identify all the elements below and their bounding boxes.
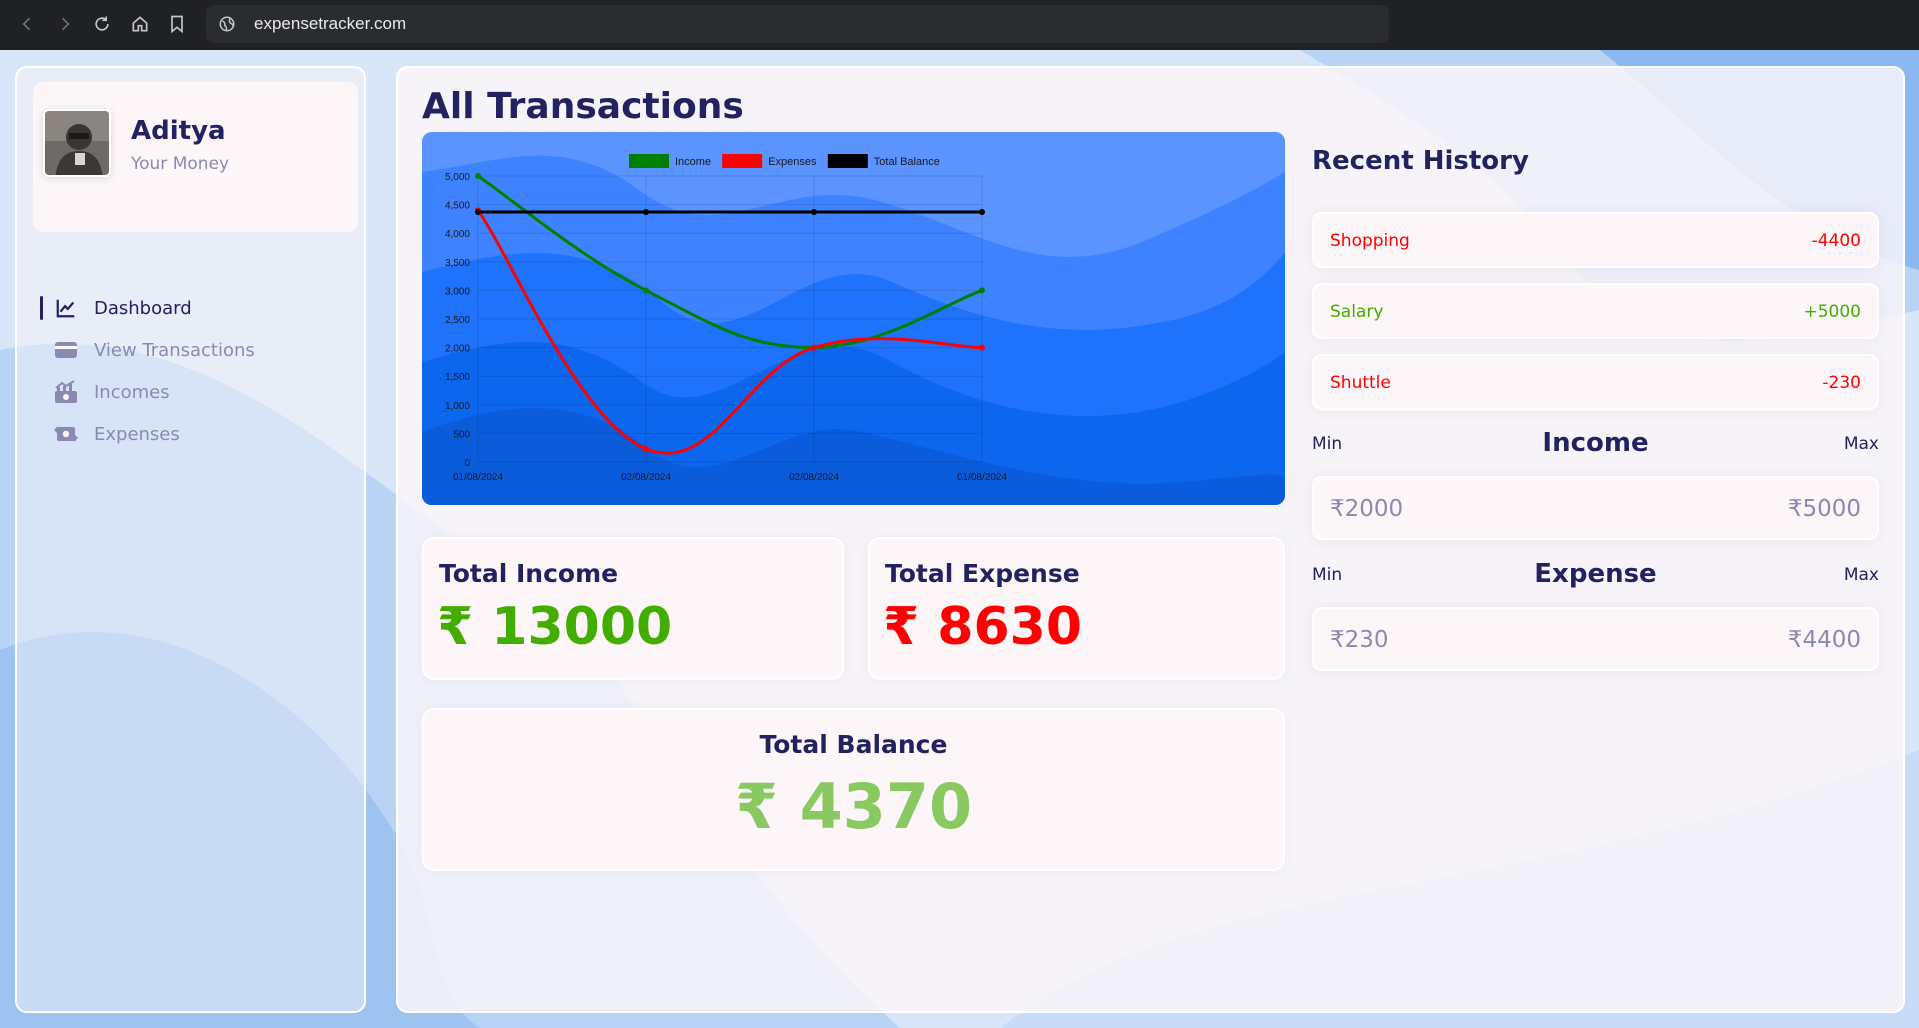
reload-icon — [95, 16, 109, 31]
sidebar-item-label: Expenses — [94, 423, 180, 445]
sidebar-item-view-transactions[interactable]: View Transactions — [17, 333, 347, 367]
income-range-title: Income — [1542, 428, 1649, 458]
sidebar: Aditya Your Money Dashboard View Transac… — [15, 66, 366, 1013]
sidebar-item-label: Dashboard — [94, 297, 192, 319]
history-title: Recent History — [1312, 146, 1529, 176]
sidebar-item-label: Incomes — [94, 381, 170, 403]
history-item-amount: -4400 — [1811, 231, 1861, 251]
home-button[interactable] — [121, 5, 159, 43]
forward-arrow-icon — [61, 17, 70, 31]
user-photo — [45, 111, 109, 175]
forward-button[interactable] — [46, 5, 84, 43]
money-bill-trend-icon — [54, 380, 78, 404]
history-item-amount: +5000 — [1803, 302, 1861, 322]
address-bar[interactable]: expensetracker.com — [206, 5, 1389, 43]
globe-icon — [218, 14, 238, 34]
history-item[interactable]: Salary +5000 — [1312, 283, 1879, 339]
income-min-value: ₹2000 — [1330, 496, 1404, 522]
money-bill-transfer-icon — [54, 422, 78, 446]
sidebar-item-label: View Transactions — [94, 339, 255, 361]
history-item-amount: -230 — [1822, 373, 1861, 393]
history-item-label: Salary — [1330, 302, 1384, 322]
browser-toolbar: expensetracker.com — [0, 0, 1919, 50]
user-name: Aditya — [131, 116, 226, 146]
home-icon — [132, 16, 148, 32]
expense-max-label: Max — [1843, 565, 1879, 585]
expense-range-title: Expense — [1534, 559, 1657, 589]
history-item-label: Shuttle — [1330, 373, 1391, 393]
sidebar-item-dashboard[interactable]: Dashboard — [17, 291, 347, 325]
history-item[interactable]: Shopping -4400 — [1312, 212, 1879, 268]
expense-range-box: ₹230 ₹4400 — [1312, 607, 1879, 671]
user-subtitle: Your Money — [131, 154, 230, 174]
income-range-box: ₹2000 ₹5000 — [1312, 476, 1879, 540]
income-max-value: ₹5000 — [1787, 496, 1861, 522]
expense-max-value: ₹4400 — [1787, 627, 1861, 653]
history-item[interactable]: Shuttle -230 — [1312, 354, 1879, 410]
sidebar-item-incomes[interactable]: Incomes — [17, 375, 347, 409]
line-chart-icon — [54, 296, 78, 320]
credit-card-icon — [54, 338, 78, 362]
back-button[interactable] — [8, 5, 46, 43]
back-arrow-icon — [22, 17, 31, 31]
sidebar-item-expenses[interactable]: Expenses — [17, 417, 347, 451]
avatar — [43, 109, 111, 177]
bookmark-button[interactable] — [158, 5, 196, 43]
url-text: expensetracker.com — [254, 14, 407, 33]
reload-button[interactable] — [83, 5, 121, 43]
bookmark-icon — [171, 15, 183, 34]
expense-range-header: Min Expense Max — [1312, 559, 1879, 589]
history-item-label: Shopping — [1330, 231, 1410, 251]
income-max-label: Max — [1843, 434, 1879, 454]
history-column: Recent History Shopping -4400 Salary +50… — [396, 66, 1905, 1013]
expense-min-value: ₹230 — [1330, 627, 1389, 653]
income-range-header: Min Income Max — [1312, 428, 1879, 458]
